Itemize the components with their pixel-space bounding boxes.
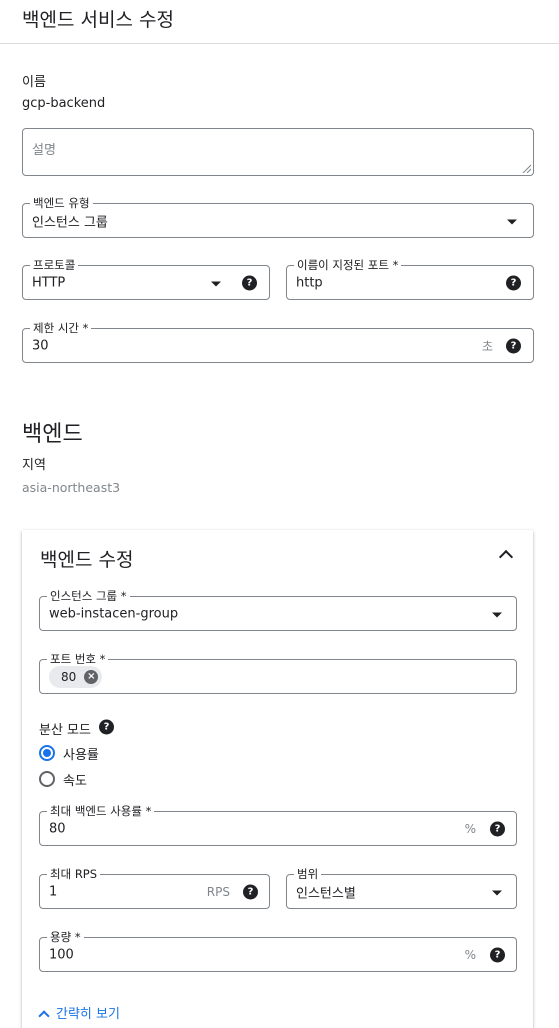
region-label: 지역 [22,458,46,473]
protocol-label: 프로토콜 [30,257,79,273]
resize-handle-icon[interactable] [522,164,531,173]
radio-rate-label: 속도 [63,774,87,789]
name-label: 이름 [22,75,46,90]
named-port-value: http [296,275,323,290]
help-circle-icon[interactable]: ? [243,884,258,899]
timeout-unit: 초 [481,339,493,353]
max-utilization-label: 최대 백엔드 사용률 * [47,803,155,819]
radio-rate[interactable] [39,771,55,787]
radio-utilization-label: 사용률 [63,748,99,763]
capacity-unit: % [464,947,476,962]
backend-edit-card: 백엔드 수정 인스턴스 그룹 * web-instacen-group 포트 번… [22,530,533,1028]
capacity-field[interactable]: 용량 * 100 % ? [39,929,517,972]
max-rps-value: 1 [49,884,58,899]
chevron-up-icon[interactable] [38,1010,50,1022]
max-utilization-unit: % [464,821,476,836]
backend-type-select[interactable]: 백엔드 유형 인스턴스 그룹 [22,195,534,238]
region-value: asia-northeast3 [22,480,121,495]
help-circle-icon[interactable]: ? [490,947,505,962]
max-utilization-value: 80 [49,821,66,836]
help-circle-icon[interactable]: ? [99,719,114,735]
timeout-value: 30 [32,338,49,353]
named-port-field[interactable]: 이름이 지정된 포트 * http ? [286,257,534,300]
radio-utilization[interactable] [39,745,55,761]
backends-heading: 백엔드 [22,422,83,447]
scope-select[interactable]: 범위 인스턴스별 [286,866,517,909]
page-header: 백엔드 서비스 수정 [0,0,559,44]
protocol-select[interactable]: 프로토콜 HTTP ? [22,257,270,300]
max-rps-field[interactable]: 최대 RPS 1 RPS ? [39,866,270,909]
scope-value: 인스턴스별 [296,886,356,901]
help-circle-icon[interactable]: ? [506,338,521,353]
caret-down-icon [211,281,221,286]
max-rps-label: 최대 RPS [47,866,101,882]
backend-edit-title: 백엔드 수정 [40,549,134,571]
caret-down-icon [492,890,502,895]
max-rps-unit: RPS [206,884,230,899]
description-placeholder: 설명 [32,143,56,158]
help-circle-icon[interactable]: ? [506,275,521,290]
port-chip-label: 80 [61,669,77,684]
name-value: gcp-backend [22,96,106,111]
port-chip[interactable]: 80 × [49,665,103,688]
scope-label: 범위 [294,866,322,882]
named-port-label: 이름이 지정된 포트 * [294,257,402,273]
max-utilization-field[interactable]: 최대 백엔드 사용률 * 80 % ? [39,803,517,846]
caret-down-icon [492,612,502,617]
cancel-icon[interactable]: × [84,669,99,684]
help-circle-icon[interactable]: ? [242,275,257,290]
instance-group-select[interactable]: 인스턴스 그룹 * web-instacen-group [39,588,517,631]
capacity-label: 용량 * [47,929,84,945]
instance-group-label: 인스턴스 그룹 * [47,588,130,604]
port-numbers-field[interactable]: 포트 번호 * 80 × [39,651,517,694]
timeout-field[interactable]: 제한 시간 * 30 초 ? [22,320,534,363]
collapse-link[interactable]: 간략히 보기 [56,1003,120,1022]
backend-type-value: 인스턴스 그룹 [32,215,108,230]
description-field[interactable]: 설명 [22,128,534,176]
capacity-value: 100 [49,947,74,962]
chevron-up-icon[interactable] [498,549,514,565]
help-circle-icon[interactable]: ? [490,821,505,836]
instance-group-value: web-instacen-group [49,606,179,621]
timeout-label: 제한 시간 * [30,320,92,336]
balancing-mode-label: 분산 모드 [39,723,91,738]
protocol-value: HTTP [32,275,66,290]
backend-type-label: 백엔드 유형 [30,195,93,211]
caret-down-icon [507,219,517,224]
page-title: 백엔드 서비스 수정 [22,9,174,31]
